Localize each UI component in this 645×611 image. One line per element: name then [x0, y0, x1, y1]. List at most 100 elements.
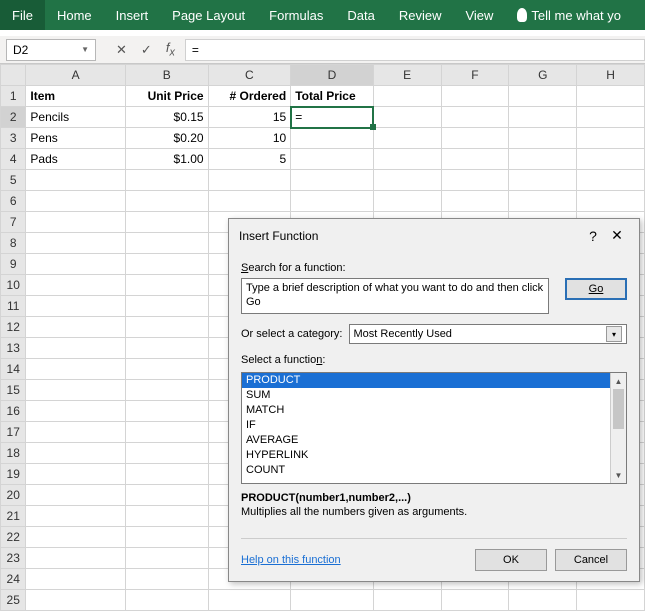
tab-view[interactable]: View: [453, 0, 505, 30]
function-item[interactable]: COUNT: [242, 463, 626, 478]
function-item[interactable]: AVERAGE: [242, 433, 626, 448]
function-item[interactable]: IF: [242, 418, 626, 433]
scrollbar[interactable]: ▲ ▼: [610, 373, 626, 483]
cell-D3[interactable]: [291, 128, 374, 149]
scroll-thumb[interactable]: [613, 389, 624, 429]
col-header-D[interactable]: D: [291, 65, 374, 86]
row-header-20[interactable]: 20: [1, 485, 26, 506]
row-header-22[interactable]: 22: [1, 527, 26, 548]
enter-icon[interactable]: ✓: [141, 42, 152, 58]
dialog-titlebar[interactable]: Insert Function ? ✕: [229, 219, 639, 252]
cell-G4[interactable]: [509, 149, 577, 170]
cell-H1[interactable]: [577, 86, 645, 107]
cell-F2[interactable]: [441, 107, 509, 128]
row-header-8[interactable]: 8: [1, 233, 26, 254]
cancel-button[interactable]: Cancel: [555, 549, 627, 571]
cell-H3[interactable]: [577, 128, 645, 149]
col-header-E[interactable]: E: [373, 65, 441, 86]
name-box[interactable]: D2 ▼: [6, 39, 96, 61]
close-icon[interactable]: ✕: [605, 227, 629, 244]
function-list[interactable]: PRODUCT SUM MATCH IF AVERAGE HYPERLINK C…: [241, 372, 627, 484]
row-header-23[interactable]: 23: [1, 548, 26, 569]
cell-C3[interactable]: 10: [208, 128, 291, 149]
select-all-corner[interactable]: [1, 65, 26, 86]
cell-F4[interactable]: [441, 149, 509, 170]
category-select[interactable]: Most Recently Used ▾: [349, 324, 628, 344]
dialog-help-icon[interactable]: ?: [581, 228, 605, 244]
col-header-F[interactable]: F: [441, 65, 509, 86]
row-header-4[interactable]: 4: [1, 149, 26, 170]
cell-B2[interactable]: $0.15: [125, 107, 208, 128]
row-header-3[interactable]: 3: [1, 128, 26, 149]
row-header-2[interactable]: 2: [1, 107, 26, 128]
cell-D1[interactable]: Total Price: [291, 86, 374, 107]
col-header-B[interactable]: B: [125, 65, 208, 86]
tab-home[interactable]: Home: [45, 0, 104, 30]
cell-D2[interactable]: =: [291, 107, 374, 128]
fx-icon[interactable]: fx: [166, 40, 175, 59]
cell-B3[interactable]: $0.20: [125, 128, 208, 149]
tab-review[interactable]: Review: [387, 0, 454, 30]
function-item[interactable]: PRODUCT: [242, 373, 626, 388]
function-item[interactable]: MATCH: [242, 403, 626, 418]
cell-C2[interactable]: 15: [208, 107, 291, 128]
tab-page-layout[interactable]: Page Layout: [160, 0, 257, 30]
formula-bar[interactable]: =: [185, 39, 645, 61]
row-header-12[interactable]: 12: [1, 317, 26, 338]
go-button[interactable]: Go: [565, 278, 627, 300]
cell-F1[interactable]: [441, 86, 509, 107]
cell-A3[interactable]: Pens: [26, 128, 126, 149]
chevron-down-icon[interactable]: ▾: [606, 326, 622, 342]
help-link[interactable]: Help on this function: [241, 554, 341, 566]
row-header-16[interactable]: 16: [1, 401, 26, 422]
function-item[interactable]: HYPERLINK: [242, 448, 626, 463]
row-header-14[interactable]: 14: [1, 359, 26, 380]
cell-C1[interactable]: # Ordered: [208, 86, 291, 107]
function-item[interactable]: SUM: [242, 388, 626, 403]
cell-C4[interactable]: 5: [208, 149, 291, 170]
col-header-H[interactable]: H: [577, 65, 645, 86]
chevron-down-icon[interactable]: ▼: [81, 45, 89, 54]
row-header-1[interactable]: 1: [1, 86, 26, 107]
tab-insert[interactable]: Insert: [104, 0, 161, 30]
cell-D4[interactable]: [291, 149, 374, 170]
scroll-up-icon[interactable]: ▲: [611, 373, 626, 389]
row-header-7[interactable]: 7: [1, 212, 26, 233]
cell-A2[interactable]: Pencils: [26, 107, 126, 128]
row-header-24[interactable]: 24: [1, 569, 26, 590]
cell-H4[interactable]: [577, 149, 645, 170]
cell-E3[interactable]: [373, 128, 441, 149]
row-header-13[interactable]: 13: [1, 338, 26, 359]
row-header-5[interactable]: 5: [1, 170, 26, 191]
cancel-icon[interactable]: ✕: [116, 42, 127, 58]
cell-E1[interactable]: [373, 86, 441, 107]
row-header-25[interactable]: 25: [1, 590, 26, 611]
cell-E2[interactable]: [373, 107, 441, 128]
ok-button[interactable]: OK: [475, 549, 547, 571]
scroll-down-icon[interactable]: ▼: [611, 467, 626, 483]
row-header-11[interactable]: 11: [1, 296, 26, 317]
row-header-18[interactable]: 18: [1, 443, 26, 464]
cell-A1[interactable]: Item: [26, 86, 126, 107]
cell-G2[interactable]: [509, 107, 577, 128]
cell-H2[interactable]: [577, 107, 645, 128]
row-header-15[interactable]: 15: [1, 380, 26, 401]
col-header-G[interactable]: G: [509, 65, 577, 86]
tab-formulas[interactable]: Formulas: [257, 0, 335, 30]
row-header-9[interactable]: 9: [1, 254, 26, 275]
row-header-17[interactable]: 17: [1, 422, 26, 443]
tab-data[interactable]: Data: [335, 0, 386, 30]
cell-G1[interactable]: [509, 86, 577, 107]
row-header-6[interactable]: 6: [1, 191, 26, 212]
row-header-10[interactable]: 10: [1, 275, 26, 296]
tab-file[interactable]: File: [0, 0, 45, 30]
cell-F3[interactable]: [441, 128, 509, 149]
cell-A4[interactable]: Pads: [26, 149, 126, 170]
col-header-A[interactable]: A: [26, 65, 126, 86]
tell-me-search[interactable]: Tell me what yo: [505, 0, 633, 30]
row-header-21[interactable]: 21: [1, 506, 26, 527]
search-input[interactable]: Type a brief description of what you wan…: [241, 278, 549, 314]
cell-B1[interactable]: Unit Price: [125, 86, 208, 107]
cell-B4[interactable]: $1.00: [125, 149, 208, 170]
cell-G3[interactable]: [509, 128, 577, 149]
